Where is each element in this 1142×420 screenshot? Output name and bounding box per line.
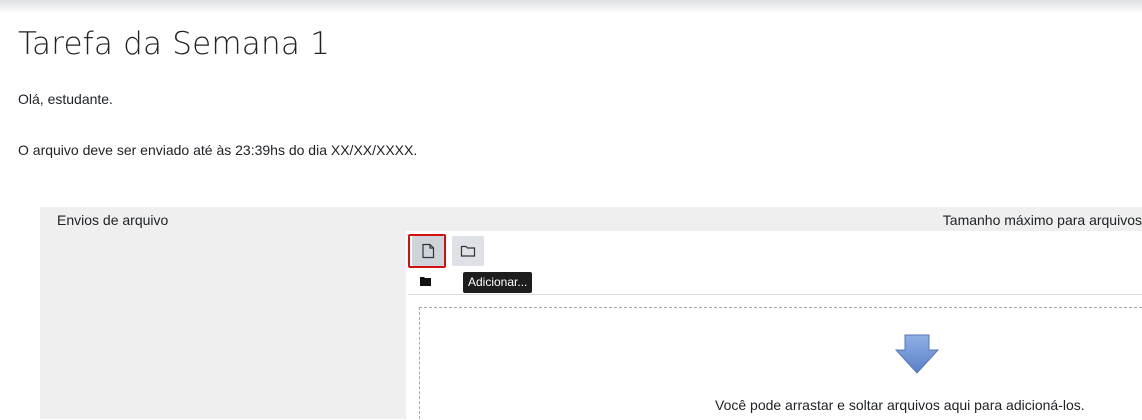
file-submission-label: Envios de arquivo bbox=[57, 212, 169, 228]
top-shadow bbox=[0, 0, 1142, 14]
deadline-text: O arquivo deve ser enviado até às 23:39h… bbox=[18, 142, 418, 158]
page-title: Tarefa da Semana 1 bbox=[18, 26, 330, 62]
max-file-size-text: Tamanho máximo para arquivos bbox=[942, 212, 1142, 228]
current-folder[interactable] bbox=[420, 273, 431, 291]
create-folder-button[interactable] bbox=[452, 236, 484, 266]
file-submission-header: Envios de arquivo Tamanho máximo para ar… bbox=[40, 207, 1142, 231]
greeting-text: Olá, estudante. bbox=[18, 91, 113, 107]
highlight-box bbox=[408, 234, 446, 268]
add-tooltip: Adicionar... bbox=[463, 272, 533, 293]
label-column bbox=[40, 231, 406, 419]
folder-icon bbox=[460, 245, 476, 257]
drop-message: Você pode arrastar e soltar arquivos aqu… bbox=[715, 397, 1085, 413]
folder-filled-icon bbox=[420, 277, 431, 286]
down-arrow-icon bbox=[895, 334, 939, 374]
